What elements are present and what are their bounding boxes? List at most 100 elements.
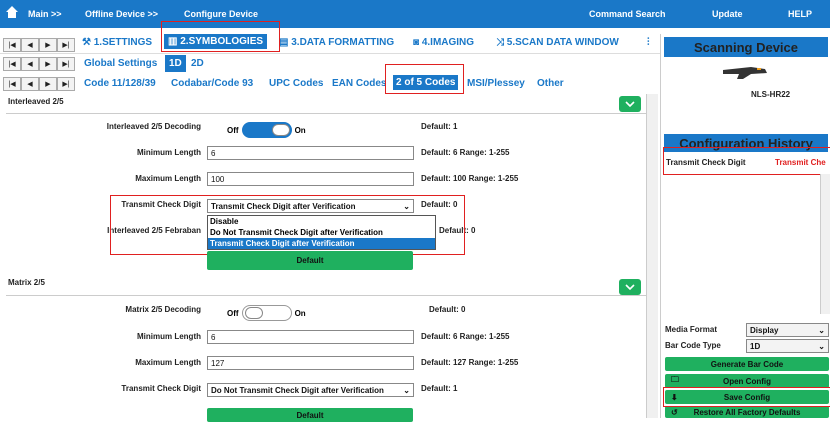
interleaved-max-length-input[interactable]: 100	[207, 172, 414, 186]
tab-imaging[interactable]: ◙ 4.IMAGING	[413, 37, 474, 48]
matrix-min-length-label: Minimum Length	[137, 332, 201, 341]
interleaved-febraban-default: Default: 0	[439, 226, 476, 235]
bar-code-type-select[interactable]: 1D ⌄	[746, 339, 829, 353]
toggle-on-label: On	[294, 125, 306, 135]
divider	[6, 113, 646, 114]
interleaved-check-digit-default: Default: 0	[421, 200, 458, 209]
matrix-decoding-label: Matrix 2/5 Decoding	[125, 305, 201, 314]
sub-tab-nav: |◀ ◀ ▶ ▶|	[3, 57, 75, 71]
collapse-interleaved-button[interactable]	[619, 96, 641, 112]
matrix-decoding-toggle[interactable]: Off On	[227, 305, 306, 321]
command-search-link[interactable]: Command Search	[589, 9, 666, 19]
prev-icon[interactable]: ◀	[21, 57, 39, 71]
restore-defaults-label: Restore All Factory Defaults	[693, 407, 801, 417]
right-panel: Scanning Device NLS-HR22 Configuration H…	[660, 34, 830, 418]
interleaved-min-length-default: Default: 6 Range: 1-255	[421, 148, 510, 157]
tab-1d[interactable]: 1D	[165, 55, 186, 72]
top-bar: Main >> Offline Device >> Configure Devi…	[0, 0, 830, 28]
next-icon[interactable]: ▶	[39, 57, 57, 71]
save-config-button[interactable]: ⬇ Save Config	[665, 390, 829, 404]
interleaved-check-digit-label: Transmit Check Digit	[121, 200, 201, 209]
section-title-interleaved: Interleaved 2/5	[8, 97, 64, 106]
history-scrollbar[interactable]	[820, 174, 830, 314]
dropdown-option-do-not-transmit[interactable]: Do Not Transmit Check Digit after Verifi…	[208, 227, 435, 238]
restore-icon: ↺	[671, 407, 678, 417]
main-tabs: ⚒ 1.SETTINGS ▥ 2.SYMBOLOGIES ▤ 3.DATA FO…	[0, 34, 660, 54]
interleaved-default-button[interactable]: Default	[207, 251, 413, 270]
matrix-max-length-input[interactable]: 127	[207, 356, 414, 370]
tab-2-of-5-codes[interactable]: 2 of 5 Codes	[393, 75, 459, 90]
breadcrumb-configure-device: Configure Device	[184, 9, 259, 19]
tab-msi-plessey[interactable]: MSI/Plessey	[467, 78, 525, 89]
tab-symbologies[interactable]: ▥ 2.SYMBOLOGIES	[164, 34, 268, 49]
tab-scan-data-window-label: 5.SCAN DATA WINDOW	[506, 37, 619, 48]
update-link[interactable]: Update	[712, 9, 743, 19]
tab-2d[interactable]: 2D	[191, 58, 204, 69]
tab-global-settings[interactable]: Global Settings	[84, 58, 157, 69]
toggle-off-label: Off	[227, 308, 239, 318]
toggle-switch[interactable]	[241, 305, 292, 321]
code-tabs: Code 11/128/39 Codabar/Code 93 UPC Codes…	[0, 74, 660, 94]
home-icon[interactable]	[5, 5, 19, 19]
sliders-icon[interactable]: ⫶	[647, 37, 650, 48]
tab-code-11-128-39[interactable]: Code 11/128/39	[84, 78, 156, 89]
matrix-check-digit-select[interactable]: Do Not Transmit Check Digit after Verifi…	[207, 383, 414, 397]
tab-imaging-label: 4.IMAGING	[421, 37, 475, 48]
device-model: NLS-HR22	[751, 90, 791, 99]
breadcrumb-main[interactable]: Main >>	[28, 9, 62, 19]
tab-upc-codes[interactable]: UPC Codes	[269, 78, 323, 89]
tab-data-formatting[interactable]: ▤ 3.DATA FORMATTING	[279, 37, 394, 48]
toggle-knob	[244, 307, 263, 319]
tab-scan-data-window[interactable]: ⤨ 5.SCAN DATA WINDOW	[496, 37, 619, 48]
interleaved-febraban-label: Interleaved 2/5 Febraban	[107, 226, 201, 235]
divider	[6, 295, 646, 296]
tab-codabar-code-93[interactable]: Codabar/Code 93	[171, 78, 253, 89]
tab-data-formatting-label: 3.DATA FORMATTING	[291, 37, 395, 48]
generate-bar-code-button[interactable]: Generate Bar Code	[665, 357, 829, 371]
breadcrumb-offline-device[interactable]: Offline Device >>	[85, 9, 158, 19]
bar-code-type-label: Bar Code Type	[665, 341, 721, 350]
interleaved-min-length-label: Minimum Length	[137, 148, 201, 157]
open-config-button[interactable]: 🗀 Open Config	[665, 374, 829, 388]
history-value: Transmit Che	[775, 158, 826, 167]
chevron-down-icon	[625, 284, 635, 290]
toggle-off-label: Off	[227, 125, 239, 135]
matrix-check-digit-default: Default: 1	[421, 384, 458, 393]
content-scrollbar[interactable]	[646, 94, 658, 418]
check-digit-dropdown: Disable Do Not Transmit Check Digit afte…	[207, 215, 436, 250]
scanning-device-header: Scanning Device	[664, 37, 828, 57]
chevron-down-icon: ⌄	[818, 342, 825, 351]
interleaved-decoding-default: Default: 1	[421, 122, 458, 131]
help-link[interactable]: HELP	[788, 9, 812, 19]
collapse-matrix-button[interactable]	[619, 279, 641, 295]
tab-other[interactable]: Other	[537, 78, 564, 89]
scanner-image	[723, 67, 767, 79]
shuffle-icon: ⤨	[496, 37, 504, 48]
interleaved-decoding-toggle[interactable]: Off On	[227, 122, 306, 138]
chevron-down-icon: ⌄	[403, 202, 410, 211]
save-icon: ⬇	[671, 392, 678, 402]
barcode-icon: ▥	[168, 36, 178, 47]
matrix-min-length-input[interactable]: 6	[207, 330, 414, 344]
toggle-knob	[271, 124, 290, 136]
tab-ean-codes[interactable]: EAN Codes	[332, 78, 386, 89]
interleaved-check-digit-select[interactable]: Transmit Check Digit after Verification …	[207, 199, 414, 213]
restore-defaults-button[interactable]: ↺ Restore All Factory Defaults	[665, 406, 829, 418]
toggle-switch[interactable]	[241, 122, 292, 138]
tab-settings-label: 1.SETTINGS	[93, 37, 153, 48]
first-icon[interactable]: |◀	[3, 57, 21, 71]
interleaved-min-length-input[interactable]: 6	[207, 146, 414, 160]
select-value: Do Not Transmit Check Digit after Verifi…	[211, 386, 384, 395]
media-format-select[interactable]: Display ⌄	[746, 323, 829, 337]
media-format-label: Media Format	[665, 325, 718, 334]
dropdown-option-disable[interactable]: Disable	[208, 216, 435, 227]
matrix-check-digit-label: Transmit Check Digit	[121, 384, 201, 393]
matrix-default-button[interactable]: Default	[207, 408, 413, 422]
folder-icon: 🗀	[671, 375, 679, 384]
dropdown-option-transmit[interactable]: Transmit Check Digit after Verification	[208, 238, 435, 249]
chevron-down-icon	[625, 101, 635, 107]
last-icon[interactable]: ▶|	[57, 57, 75, 71]
matrix-decoding-default: Default: 0	[429, 305, 466, 314]
matrix-max-length-label: Maximum Length	[135, 358, 201, 367]
tab-settings[interactable]: ⚒ 1.SETTINGS	[82, 37, 152, 48]
